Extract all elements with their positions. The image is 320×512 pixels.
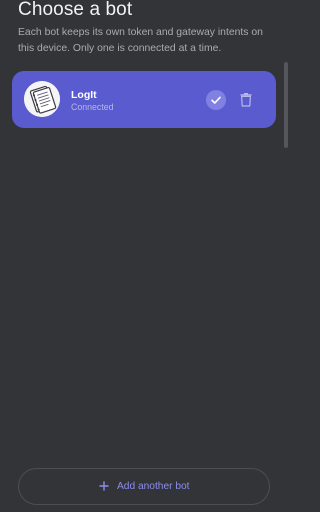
- check-icon: [211, 96, 221, 104]
- bot-card-logit[interactable]: LogIt Connected: [12, 71, 276, 128]
- add-another-bot-label: Add another bot: [117, 481, 190, 492]
- bot-avatar: [24, 81, 60, 117]
- scrollbar[interactable]: [284, 62, 288, 148]
- notebook-icon: [24, 81, 60, 117]
- delete-bot-button[interactable]: [238, 91, 254, 109]
- selected-check-button[interactable]: [206, 90, 226, 110]
- add-another-bot-button[interactable]: Add another bot: [18, 468, 270, 505]
- bot-picker-screen: Choose a bot Each bot keeps its own toke…: [0, 0, 288, 512]
- page-title: Choose a bot: [18, 0, 133, 20]
- page-subtitle: Each bot keeps its own token and gateway…: [18, 27, 263, 54]
- bot-status: Connected: [71, 102, 114, 112]
- trash-icon: [240, 93, 252, 107]
- plus-icon: [99, 481, 109, 491]
